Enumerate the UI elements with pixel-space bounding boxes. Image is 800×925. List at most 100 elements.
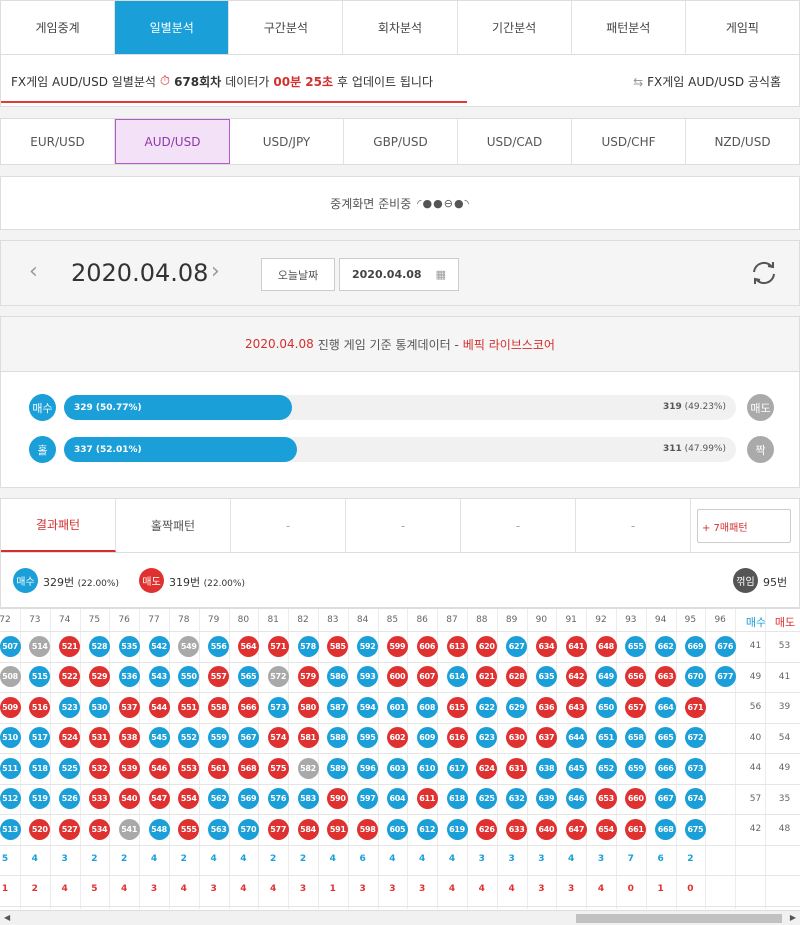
refresh-icon[interactable] [749,258,779,288]
pattern-ball: 607 [416,666,438,687]
buy-streak-count: 7 [627,853,634,864]
grid-divider [0,783,800,785]
pair-tab-2[interactable]: USD/JPY [230,119,344,164]
pair-tab-0[interactable]: EUR/USD [1,119,115,164]
grid-divider [0,661,800,663]
sell-streak-count: 1 [1,884,9,894]
pattern-ball: 617 [446,757,468,779]
nav-tab-6[interactable]: 게임픽 [686,1,799,54]
pattern-ball: 521 [59,635,81,657]
scroll-left-arrow-icon[interactable]: ◀ [4,913,10,922]
pattern-ball: 636 [535,696,557,718]
grid-column-header: 93 [625,615,637,625]
pattern-ball: 536 [118,666,140,687]
pattern-ball: 579 [297,666,319,687]
date-input[interactable]: 2020.04.08 ▦ [339,258,459,291]
pattern-tab-0[interactable]: 결과패턴 [1,499,116,552]
pair-tab-6[interactable]: NZD/USD [686,119,799,164]
pattern-ball: 615 [446,696,468,718]
progress-line [1,101,467,103]
sell-badge: 매도 [139,568,164,593]
grid-divider [377,609,379,909]
pattern-tab-4[interactable]: - [461,499,576,552]
pattern-ball: 640 [535,818,557,840]
nav-tab-3[interactable]: 회차분석 [343,1,458,54]
pair-tab-4[interactable]: USD/CAD [458,119,572,164]
grid-divider [79,609,81,909]
currency-pair-tabs: EUR/USD AUD/USD USD/JPY GBP/USD USD/CAD USD/C… [0,118,800,165]
grid-divider [258,609,260,909]
sell-streak-count: 4 [448,884,456,894]
pattern-ball: 665 [655,727,677,748]
pair-tab-5[interactable]: USD/CHF [572,119,686,164]
nav-tab-1[interactable]: 일별분석 [115,1,230,54]
pair-tab-3[interactable]: GBP/USD [344,119,458,164]
side-column-header: 매도 [774,616,796,629]
pattern-ball: 589 [327,757,349,779]
pattern-ball: 631 [506,757,528,779]
stat-left-value: 329 (50.77%) [74,402,142,413]
grid-divider [49,609,51,909]
pair-tab-1[interactable]: AUD/USD [115,119,230,164]
pattern-ball: 567 [237,727,259,748]
prev-date-arrow-icon[interactable]: ‹ [29,259,38,284]
pattern-ball: 651 [595,727,617,748]
grid-divider [645,609,647,909]
buy-streak-count: 4 [31,853,38,864]
side-count: 54 [778,732,791,743]
nav-tab-2[interactable]: 구간분석 [229,1,344,54]
nav-tab-4[interactable]: 기간분석 [458,1,572,54]
date-input-value: 2020.04.08 [352,268,422,281]
pattern-ball: 657 [625,696,647,718]
info-suffix: 후 업데이트 됩니다 [337,75,433,89]
nav-tab-0[interactable]: 게임중계 [1,1,116,54]
pattern-ball: 620 [476,635,498,657]
pattern-ball: 548 [148,818,170,840]
stat-right-value: 319 (49.23%) [663,402,726,412]
pattern-ball: 629 [506,696,528,718]
pattern-ball: 674 [684,788,706,809]
grid-column-header: 77 [148,615,160,625]
official-home-label: FX게임 AUD/USD 공식홈 [647,75,781,89]
pattern-ball: 572 [267,666,289,687]
scroll-thumb[interactable] [576,914,782,923]
stat-left-badge: 매수 [29,394,56,421]
pattern-ball: 552 [178,727,200,748]
pattern-tab-5[interactable]: - [576,499,691,552]
buy-streak-count: 4 [448,853,456,864]
pattern-tab-3[interactable]: - [346,499,461,552]
pattern-ball: 509 [0,696,21,718]
scroll-right-arrow-icon[interactable]: ▶ [790,913,796,922]
calendar-icon[interactable]: ▦ [436,268,446,281]
next-date-arrow-icon[interactable]: › [211,259,220,284]
grid-column-header: 75 [88,615,101,625]
today-button[interactable]: 오늘날짜 [261,258,335,291]
official-home-link[interactable]: ⇆ FX게임 AUD/USD 공식홈 [633,73,781,90]
grid-divider [198,609,200,909]
nav-tab-5[interactable]: 패턴분석 [572,1,686,54]
pattern-ball: 507 [0,635,21,657]
stats-date: 2020.04.08 [245,337,314,351]
date-navigation: ‹ 2020.04.08 › 오늘날짜 2020.04.08 ▦ [0,240,800,306]
seven-pattern-button[interactable]: + 7매패턴 [697,509,791,543]
side-count: 35 [778,793,791,804]
grid-column-header: 95 [684,615,697,625]
pattern-ball: 575 [267,757,289,779]
info-prefix: FX게임 AUD/USD 일별분석 [11,75,156,89]
pattern-ball: 672 [684,727,706,748]
sell-streak-count: 4 [240,884,247,894]
pattern-ball: 603 [386,757,408,779]
pattern-ball: 553 [178,757,200,779]
pattern-ball: 525 [59,757,81,779]
grid-divider [347,609,349,909]
pattern-tab-2[interactable]: - [231,499,346,552]
prep-text: 중계화면 준비중 [330,196,412,211]
grid-column-header: 94 [654,615,667,625]
pattern-ball: 628 [506,666,528,687]
pattern-ball: 591 [327,818,349,840]
horizontal-scrollbar[interactable]: ◀ ▶ [0,910,800,925]
grid-divider [139,609,141,909]
pattern-ball: 566 [237,696,259,718]
pattern-tab-1[interactable]: 홀짝패턴 [116,499,231,552]
sell-streak-count: 3 [210,884,217,894]
